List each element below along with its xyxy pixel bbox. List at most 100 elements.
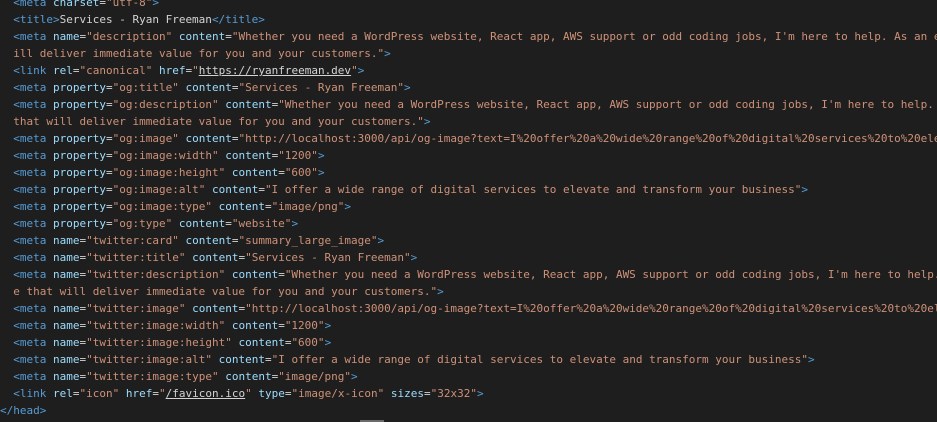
code-string-token: "twitter:description" <box>86 268 226 281</box>
code-string-token: "og:image:alt" <box>112 183 206 196</box>
code-text-token: = <box>264 353 272 366</box>
code-tag-token: > <box>324 336 332 349</box>
code-attribute-token: type <box>258 387 285 400</box>
code-line: <meta name="twitter:image:height" conten… <box>0 334 937 351</box>
code-string-token: "twitter:image" <box>86 302 186 315</box>
code-tag-token: </title> <box>211 13 265 26</box>
code-text-token: = <box>105 81 113 94</box>
code-tag-token: <meta <box>13 132 53 145</box>
code-text-token: = <box>278 166 285 179</box>
code-attribute-token: content <box>185 81 232 94</box>
code-attribute-token: content <box>185 234 232 247</box>
code-string-token: "og:description" <box>112 98 219 111</box>
code-line: <link rel="icon" href="/favicon.ico" typ… <box>0 385 937 402</box>
code-string-token: "canonical" <box>79 64 153 77</box>
code-string-token: "twitter:image:height" <box>86 336 232 349</box>
code-attribute-token: content <box>238 336 285 349</box>
code-tag-token: </head> <box>0 404 47 417</box>
code-text-token: = <box>72 387 80 400</box>
code-attribute-token: content <box>231 268 279 281</box>
code-attribute-token: name <box>53 234 80 247</box>
code-attribute-token: property <box>53 81 106 94</box>
code-string-token: " <box>245 387 252 400</box>
code-text-token: = <box>105 98 113 111</box>
code-line: <meta property="og:title" content="Servi… <box>0 79 937 96</box>
code-line: <meta name="twitter:card" content="summa… <box>0 232 937 249</box>
code-text-token: = <box>105 166 113 179</box>
code-line: <meta charset="utf-8"> <box>0 0 937 11</box>
code-line: <meta name="description" content="Whethe… <box>0 28 937 45</box>
code-tag-token: > <box>357 64 365 77</box>
code-attribute-token: name <box>53 370 80 383</box>
code-attribute-token: name <box>53 268 80 281</box>
code-line: <meta name="twitter:title" content="Serv… <box>0 249 937 266</box>
code-string-token: "1200" <box>284 319 325 332</box>
code-tag-token: > <box>423 115 431 128</box>
code-tag-token: > <box>404 81 411 94</box>
code-string-token: "image/x-icon" <box>291 387 385 400</box>
code-tag-token: > <box>377 234 385 247</box>
code-link-token[interactable]: /favicon.ico <box>166 387 245 400</box>
code-string-token: "twitter:card" <box>86 234 179 247</box>
source-code-viewer: <meta charset="utf-8"> <title>Services -… <box>0 0 937 422</box>
code-tag-token: > <box>437 285 444 298</box>
code-attribute-token: name <box>53 251 80 264</box>
code-tag-token: > <box>324 319 332 332</box>
code-attribute-token: name <box>53 319 80 332</box>
code-line: <meta name="twitter:image:alt" content="… <box>0 351 937 368</box>
code-string-token: "og:image:width" <box>112 149 219 162</box>
code-text-token: = <box>152 387 159 400</box>
code-tag-token: > <box>317 149 325 162</box>
code-string-token: "twitter:title" <box>86 251 186 264</box>
code-string-token: "summary_large_image" <box>238 234 378 247</box>
code-string-token: "I offer a wide range of digital service… <box>264 183 802 196</box>
code-string-token: "I offer a wide range of digital service… <box>271 353 809 366</box>
code-tag-token: <meta <box>13 98 53 111</box>
code-string-token: "600" <box>284 166 318 179</box>
code-tag-token: <title> <box>13 13 60 26</box>
code-text-token: = <box>225 217 232 230</box>
code-attribute-token: rel <box>53 387 73 400</box>
code-link-token[interactable]: https://ryanfreeman.dev <box>199 64 351 77</box>
code-attribute-token: content <box>211 183 259 196</box>
code-tag-token: <meta <box>13 251 53 264</box>
code-attribute-token: content <box>218 200 265 213</box>
code-text-token: = <box>105 149 113 162</box>
code-string-token: that will deliver immediate value for yo… <box>13 115 424 128</box>
code-attribute-token: charset <box>53 0 100 9</box>
code-line: <meta property="og:description" content=… <box>0 96 937 113</box>
code-string-token: "http://localhost:3000/api/og-image?text… <box>238 132 937 145</box>
code-line: <meta property="og:image:width" content=… <box>0 147 937 164</box>
code-attribute-token: content <box>225 98 272 111</box>
code-string-token: "og:image" <box>112 132 179 145</box>
code-line: that will deliver immediate value for yo… <box>0 113 937 130</box>
code-attribute-token: name <box>53 30 80 43</box>
code-string-token: "twitter:image:type" <box>86 370 219 383</box>
code-tag-token: <meta <box>13 319 53 332</box>
code-string-token: " <box>159 387 166 400</box>
code-string-token: "Whether you need a WordPress website, R… <box>284 268 937 281</box>
code-attribute-token: property <box>53 149 106 162</box>
code-tag-token: <meta <box>13 200 53 213</box>
code-text-token: = <box>278 319 285 332</box>
code-string-token: "1200" <box>278 149 318 162</box>
code-string-token: "Whether you need a WordPress website, R… <box>231 30 937 43</box>
code-attribute-token: content <box>178 217 226 230</box>
